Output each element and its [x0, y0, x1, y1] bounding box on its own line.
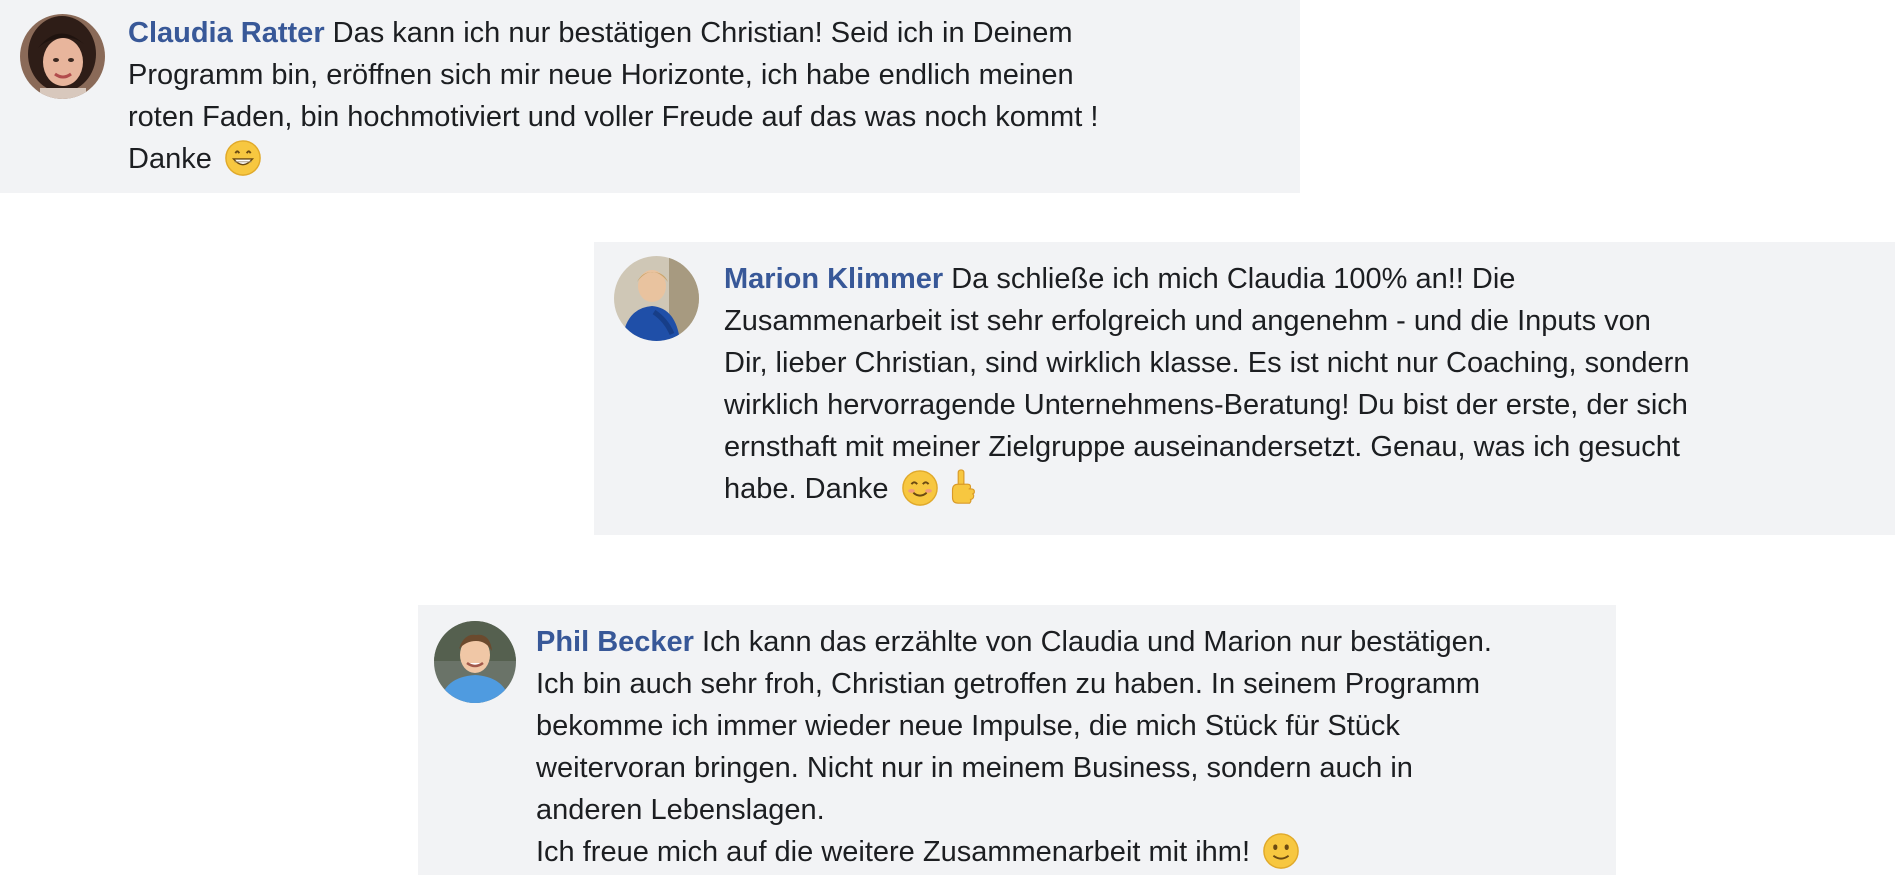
comment-marion-klimmer: Marion Klimmer Da schließe ich mich Clau…: [594, 242, 1895, 535]
avatar-marion-klimmer[interactable]: [614, 256, 699, 341]
pointing-hand-emoji: [943, 469, 981, 507]
comment-line: roten Faden, bin hochmotiviert und volle…: [128, 101, 1099, 133]
author-name[interactable]: Marion Klimmer: [724, 263, 943, 295]
avatar-claudia-ratter[interactable]: [20, 14, 105, 99]
comment-line: Ich freue mich auf die weitere Zusammena…: [536, 836, 1250, 868]
comment-line: Zusammenarbeit ist sehr erfolgreich und …: [724, 305, 1651, 337]
comment-line: Programm bin, eröffnen sich mir neue Hor…: [128, 59, 1074, 91]
comment-line: Das kann ich nur bestätigen Christian! S…: [332, 17, 1073, 49]
smiling-face-emoji: [901, 469, 939, 507]
comment-line: habe. Danke: [724, 473, 889, 505]
author-name[interactable]: Claudia Ratter: [128, 17, 325, 49]
comment-text: Phil Becker Ich kann das erzählte von Cl…: [536, 621, 1492, 873]
comment-line: Ich kann das erzählte von Claudia und Ma…: [702, 626, 1492, 658]
avatar-phil-becker[interactable]: [434, 621, 516, 703]
avatar-claudia-ratter-image: [20, 14, 105, 99]
comment-claudia-ratter: Claudia Ratter Das kann ich nur bestätig…: [0, 0, 1300, 193]
comment-phil-becker: Phil Becker Ich kann das erzählte von Cl…: [418, 605, 1616, 875]
comment-line: ernsthaft mit meiner Zielgruppe auseinan…: [724, 431, 1680, 463]
avatar-phil-becker-image: [434, 621, 516, 703]
comment-line: wirklich hervorragende Unternehmens-Bera…: [724, 389, 1688, 421]
grinning-face-emoji: [224, 139, 262, 177]
comment-line: Da schließe ich mich Claudia 100% an!! D…: [951, 263, 1516, 295]
slightly-smiling-face-emoji: [1262, 832, 1300, 870]
comment-line: Dir, lieber Christian, sind wirklich kla…: [724, 347, 1690, 379]
comment-line: weitervoran bringen. Nicht nur in meinem…: [536, 752, 1413, 784]
avatar-marion-klimmer-image: [614, 256, 699, 341]
comment-line: bekomme ich immer wieder neue Impulse, d…: [536, 710, 1400, 742]
comment-text: Marion Klimmer Da schließe ich mich Clau…: [724, 258, 1689, 510]
comment-text: Claudia Ratter Das kann ich nur bestätig…: [128, 12, 1098, 180]
comment-line: Ich bin auch sehr froh, Christian getrof…: [536, 668, 1481, 700]
comment-line: Danke: [128, 143, 212, 175]
comment-line: anderen Lebenslagen.: [536, 794, 825, 826]
author-name[interactable]: Phil Becker: [536, 626, 694, 658]
